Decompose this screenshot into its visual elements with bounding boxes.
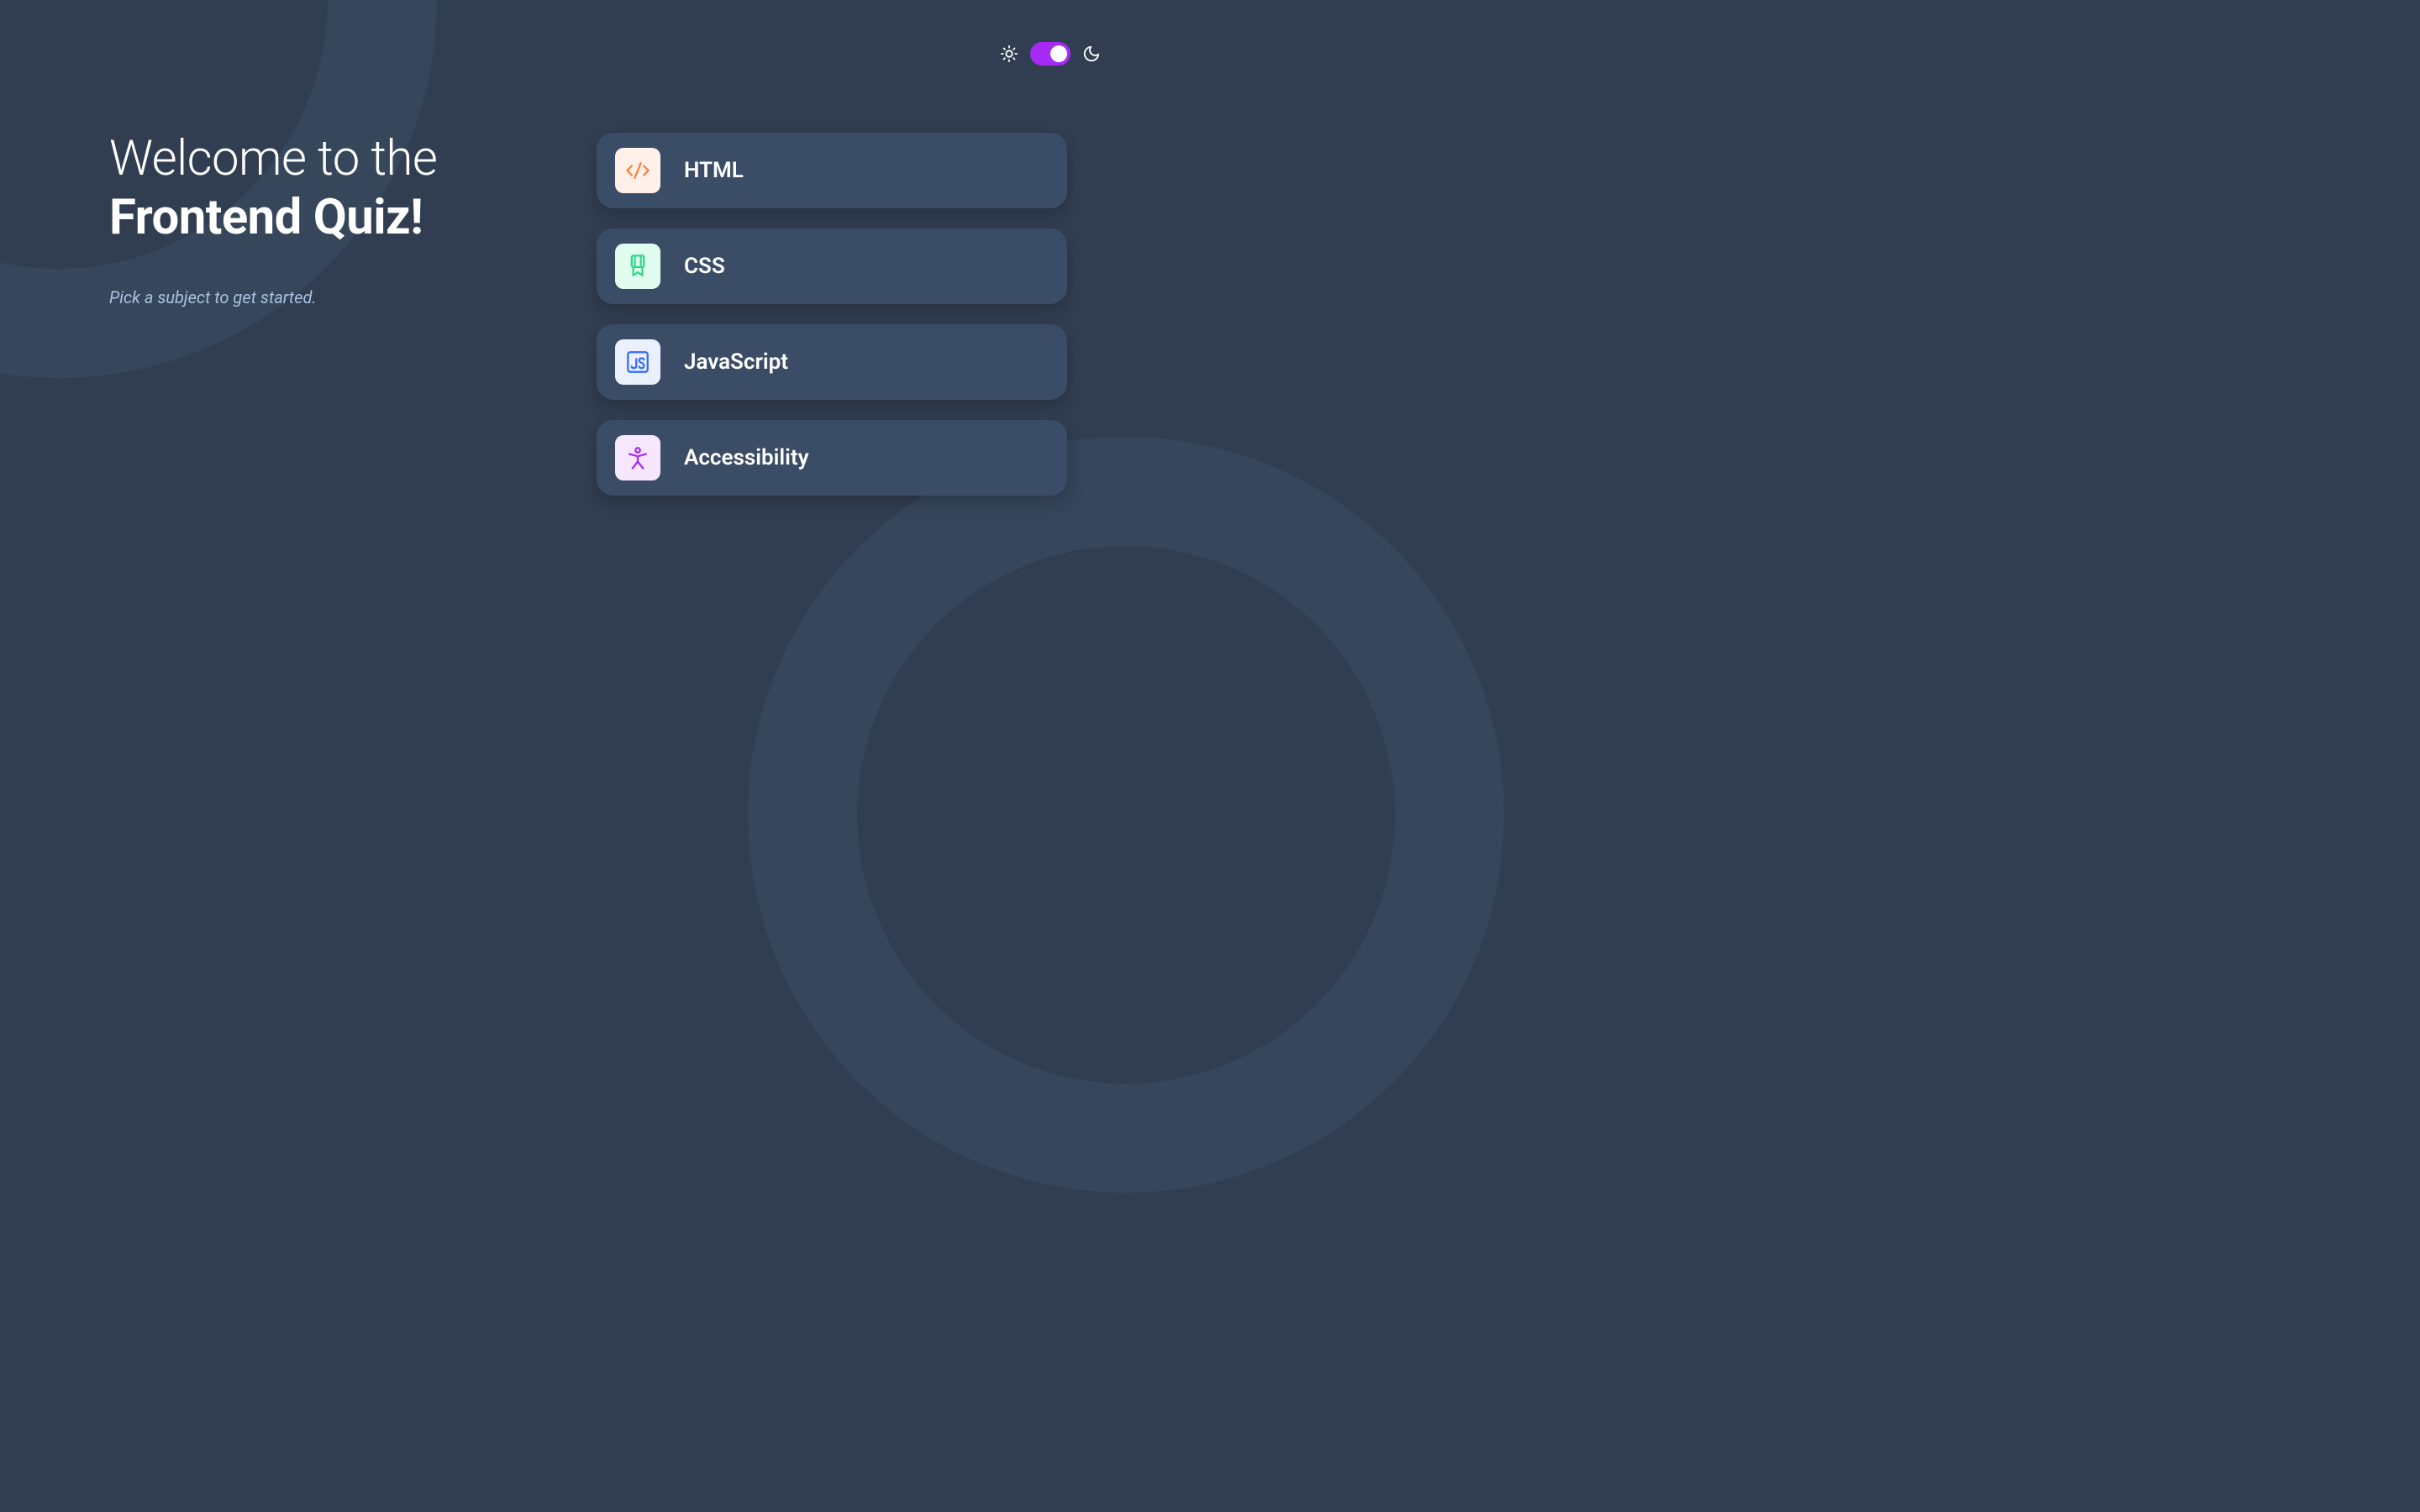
heading-line-1: Welcome to the <box>109 133 513 186</box>
subject-card-html[interactable]: HTML <box>597 133 1067 208</box>
subject-label: JavaScript <box>684 349 788 375</box>
theme-toggle-switch[interactable] <box>1030 42 1071 66</box>
subject-label: CSS <box>684 254 725 279</box>
subject-label: HTML <box>684 158 744 183</box>
subject-label: Accessibility <box>684 445 808 470</box>
background-circle-bottom <box>748 437 1504 1193</box>
subject-card-javascript[interactable]: JavaScript <box>597 324 1067 400</box>
theme-toggle-knob <box>1050 45 1067 62</box>
subtitle: Pick a subject to get started. <box>109 287 513 307</box>
css-icon <box>615 244 660 289</box>
main-container: Welcome to the Frontend Quiz! Pick a sub… <box>0 66 1210 496</box>
intro-pane: Welcome to the Frontend Quiz! Pick a sub… <box>109 133 513 496</box>
subject-card-css[interactable]: CSS <box>597 228 1067 304</box>
subject-list: HTML CSS JavaScript <box>597 133 1067 496</box>
heading-line-2: Frontend Quiz! <box>109 192 513 245</box>
html-icon <box>615 148 660 193</box>
sun-icon <box>1000 45 1018 63</box>
header <box>0 0 1210 66</box>
moon-icon <box>1082 45 1101 63</box>
accessibility-icon <box>615 435 660 480</box>
javascript-icon <box>615 339 660 385</box>
subject-card-accessibility[interactable]: Accessibility <box>597 420 1067 496</box>
theme-toggle-group <box>1000 42 1101 66</box>
